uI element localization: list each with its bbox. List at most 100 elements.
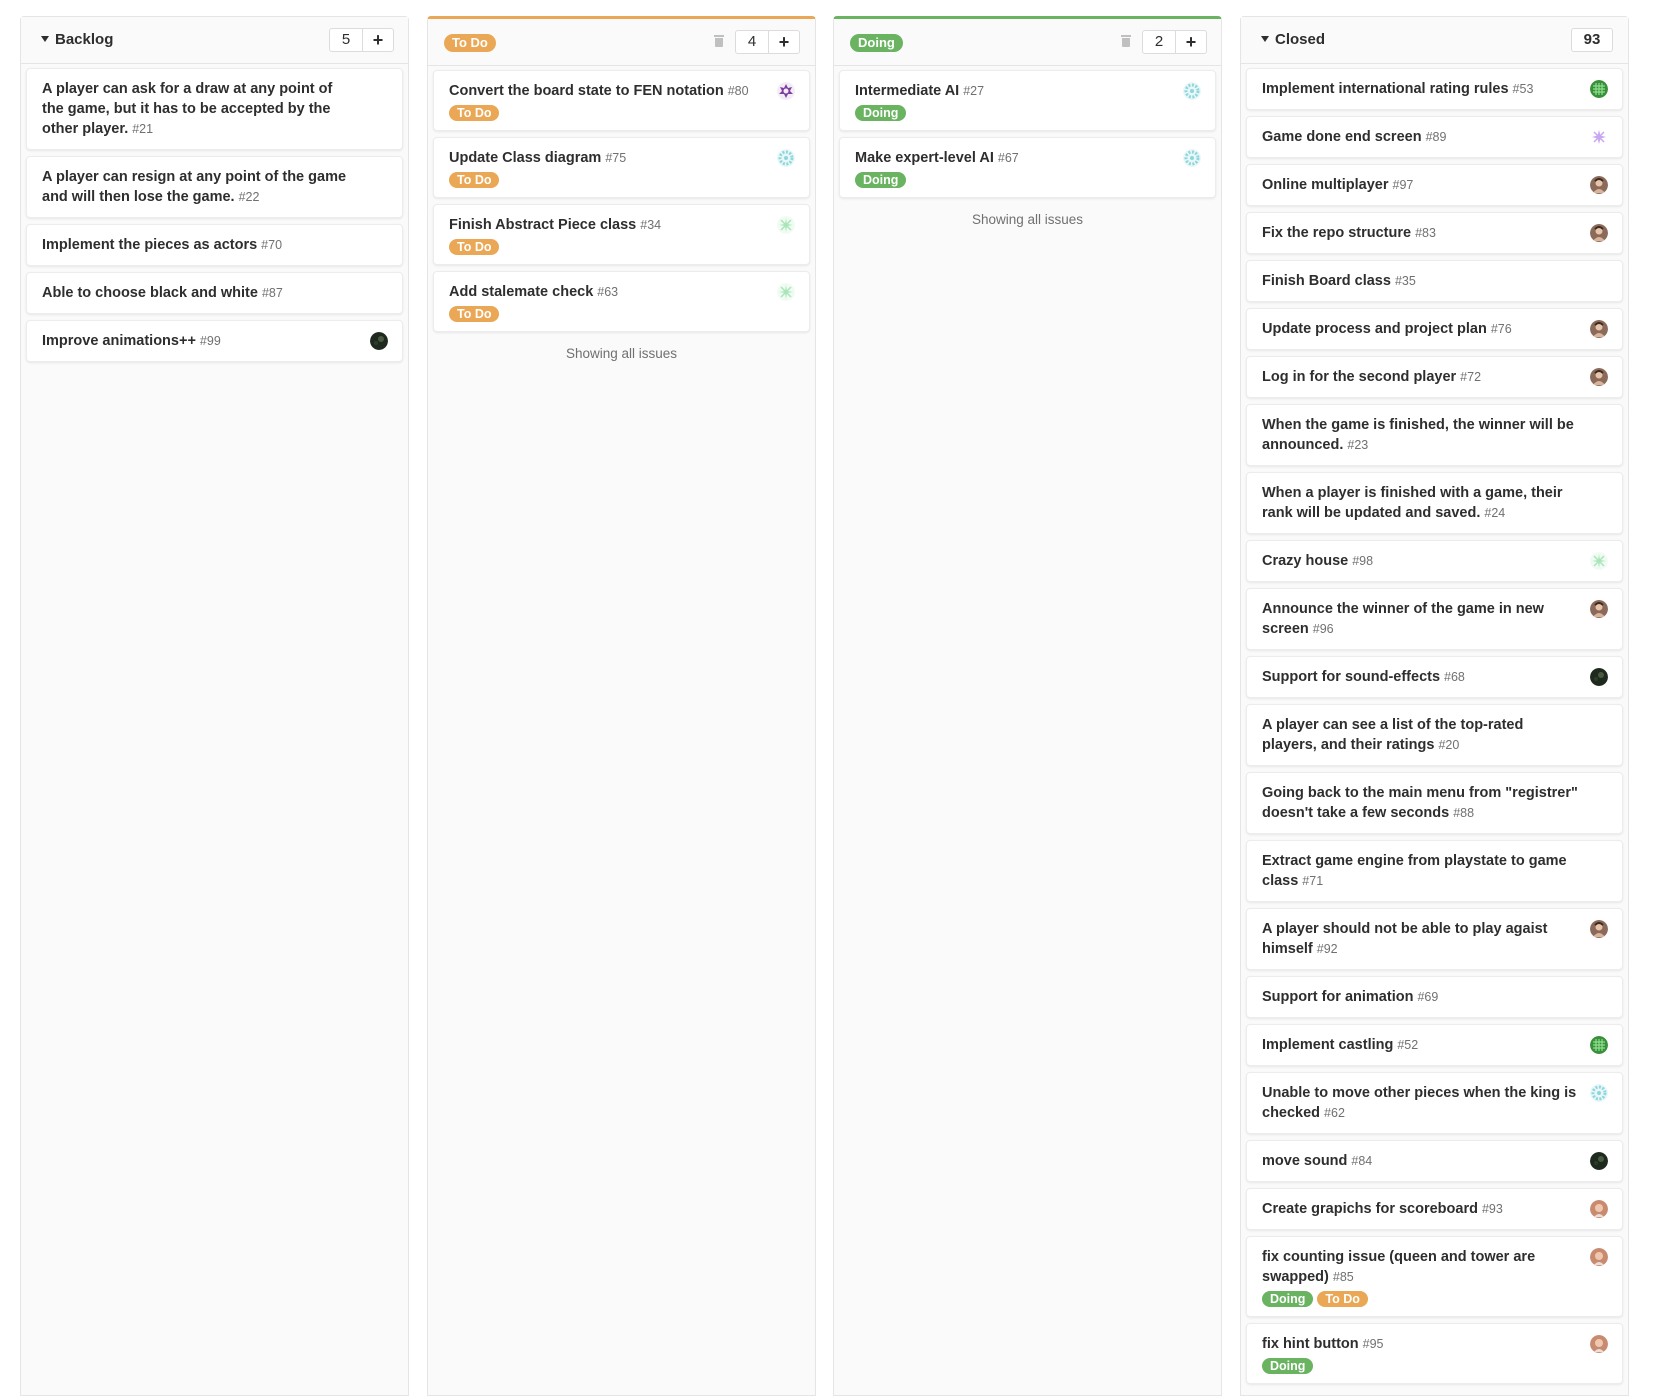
issue-title[interactable]: Going back to the main menu from "regist… [1262,785,1578,821]
issue-card[interactable]: Extract game engine from playstate to ga… [1246,840,1623,902]
issue-title[interactable]: A player should not be able to play agai… [1262,921,1548,957]
issue-title[interactable]: fix hint button [1262,1336,1359,1352]
issue-card[interactable]: Fix the repo structure #83 [1246,212,1623,254]
label-to-do[interactable]: To Do [449,172,500,188]
issue-title[interactable]: Convert the board state to FEN notation [449,83,724,99]
add-issue-button[interactable]: + [362,29,393,51]
issue-title[interactable]: Add stalemate check [449,284,593,300]
assignee-dark-avatar-icon[interactable] [1590,1152,1608,1170]
issue-card[interactable]: fix hint button #95 Doing [1246,1323,1623,1384]
issue-title[interactable]: When the game is finished, the winner wi… [1262,417,1574,453]
issue-title[interactable]: Update process and project plan [1262,321,1487,337]
issue-card[interactable]: Update process and project plan #76 [1246,308,1623,350]
issue-card[interactable]: Going back to the main menu from "regist… [1246,772,1623,834]
issue-card[interactable]: When a player is finished with a game, t… [1246,472,1623,534]
assignee-teal-identicon-icon[interactable] [1183,82,1201,100]
label-to-do[interactable]: To Do [449,105,500,121]
issue-card[interactable]: move sound #84 [1246,1140,1623,1182]
trash-icon[interactable] [1121,35,1131,47]
issue-card[interactable]: Implement the pieces as actors #70 [26,224,403,266]
issue-title[interactable]: move sound [1262,1153,1347,1169]
issue-card[interactable]: Convert the board state to FEN notation #… [433,70,810,131]
issue-card[interactable]: Implement castling #52 [1246,1024,1623,1066]
assignee-mint-identicon-icon[interactable] [777,216,795,234]
caret-down-icon[interactable] [41,36,49,43]
assignee-teal-identicon-icon[interactable] [1590,1084,1608,1102]
assignee-face-avatar-icon[interactable] [1590,1200,1608,1218]
assignee-teal-identicon-icon[interactable] [777,149,795,167]
add-issue-button[interactable]: + [1175,31,1206,53]
issue-title[interactable]: Update Class diagram [449,150,601,166]
issue-title[interactable]: A player can ask for a draw at any point… [42,81,332,137]
issue-card[interactable]: Update Class diagram #75 To Do [433,137,810,198]
label-doing[interactable]: Doing [855,105,907,121]
list-title-toggle[interactable]: Backlog [41,17,113,63]
assignee-dark-avatar-icon[interactable] [1590,668,1608,686]
issue-card[interactable]: Unable to move other pieces when the kin… [1246,1072,1623,1134]
issue-title[interactable]: Online multiplayer [1262,177,1389,193]
label-to-do[interactable]: To Do [1317,1291,1368,1307]
issue-title[interactable]: Implement castling [1262,1037,1393,1053]
issue-card[interactable]: Finish Abstract Piece class #34 To Do [433,204,810,265]
issue-card[interactable]: A player should not be able to play agai… [1246,908,1623,970]
issue-title[interactable]: Support for animation [1262,989,1413,1005]
assignee-green-identicon-icon[interactable] [1590,1036,1608,1054]
assignee-photo-avatar-icon[interactable] [1590,320,1608,338]
issue-card[interactable]: Add stalemate check #63 To Do [433,271,810,332]
label-to-do[interactable]: To Do [449,306,500,322]
issue-card[interactable]: Able to choose black and white #87 [26,272,403,314]
label-doing[interactable]: Doing [1262,1291,1314,1307]
issue-card[interactable]: Create grapichs for scoreboard #93 [1246,1188,1623,1230]
trash-icon[interactable] [714,35,724,47]
assignee-teal-identicon-icon[interactable] [1183,149,1201,167]
assignee-face-avatar-icon[interactable] [1590,1248,1608,1266]
assignee-photo-avatar-icon[interactable] [1590,368,1608,386]
assignee-mint-identicon-icon[interactable] [777,283,795,301]
assignee-purple-identicon-icon[interactable] [777,82,795,100]
assignee-lavender-identicon-icon[interactable] [1590,128,1608,146]
label-to-do[interactable]: To Do [449,239,500,255]
issue-card[interactable]: Game done end screen #89 [1246,116,1623,158]
issue-card[interactable]: Log in for the second player #72 [1246,356,1623,398]
issue-title[interactable]: Crazy house [1262,553,1348,569]
issue-card[interactable]: A player can resign at any point of the … [26,156,403,218]
assignee-photo-avatar-icon[interactable] [1590,224,1608,242]
issue-card[interactable]: Make expert-level AI #67 Doing [839,137,1216,198]
issue-title[interactable]: Unable to move other pieces when the kin… [1262,1085,1576,1121]
issue-title[interactable]: Announce the winner of the game in new s… [1262,601,1544,637]
label-doing[interactable]: Doing [855,172,907,188]
assignee-photo-avatar-icon[interactable] [1590,920,1608,938]
label-doing[interactable]: Doing [1262,1358,1314,1374]
issue-title[interactable]: Create grapichs for scoreboard [1262,1201,1478,1217]
issue-card[interactable]: Improve animations++ #99 [26,320,403,362]
issue-card[interactable]: Support for animation #69 [1246,976,1623,1018]
issue-card[interactable]: Crazy house #98 [1246,540,1623,582]
caret-down-icon[interactable] [1261,36,1269,43]
issue-card[interactable]: A player can ask for a draw at any point… [26,68,403,150]
assignee-face-avatar-icon[interactable] [1590,1335,1608,1353]
issue-card[interactable]: fix counting issue (queen and tower are … [1246,1236,1623,1317]
issue-title[interactable]: Make expert-level AI [855,150,994,166]
issue-title[interactable]: Implement the pieces as actors [42,237,257,253]
add-issue-button[interactable]: + [768,31,799,53]
issue-title[interactable]: fix counting issue (queen and tower are … [1262,1249,1535,1285]
issue-card[interactable]: A player can see a list of the top-rated… [1246,704,1623,766]
issue-title[interactable]: Fix the repo structure [1262,225,1411,241]
issue-title[interactable]: Implement international rating rules [1262,81,1509,97]
issue-title[interactable]: When a player is finished with a game, t… [1262,485,1563,521]
issue-title[interactable]: Log in for the second player [1262,369,1456,385]
issue-title[interactable]: Intermediate AI [855,83,959,99]
assignee-dark-avatar-icon[interactable] [370,332,388,350]
assignee-photo-avatar-icon[interactable] [1590,600,1608,618]
assignee-photo-avatar-icon[interactable] [1590,176,1608,194]
issue-title[interactable]: Game done end screen [1262,129,1422,145]
issue-title[interactable]: Finish Board class [1262,273,1391,289]
issue-card[interactable]: When the game is finished, the winner wi… [1246,404,1623,466]
issue-card[interactable]: Online multiplayer #97 [1246,164,1623,206]
issue-card[interactable]: Support for sound-effects #68 [1246,656,1623,698]
issue-title[interactable]: Able to choose black and white [42,285,258,301]
assignee-mint-identicon-icon[interactable] [1590,552,1608,570]
assignee-green-identicon-icon[interactable] [1590,80,1608,98]
issue-title[interactable]: Support for sound-effects [1262,669,1440,685]
issue-title[interactable]: A player can resign at any point of the … [42,169,346,205]
